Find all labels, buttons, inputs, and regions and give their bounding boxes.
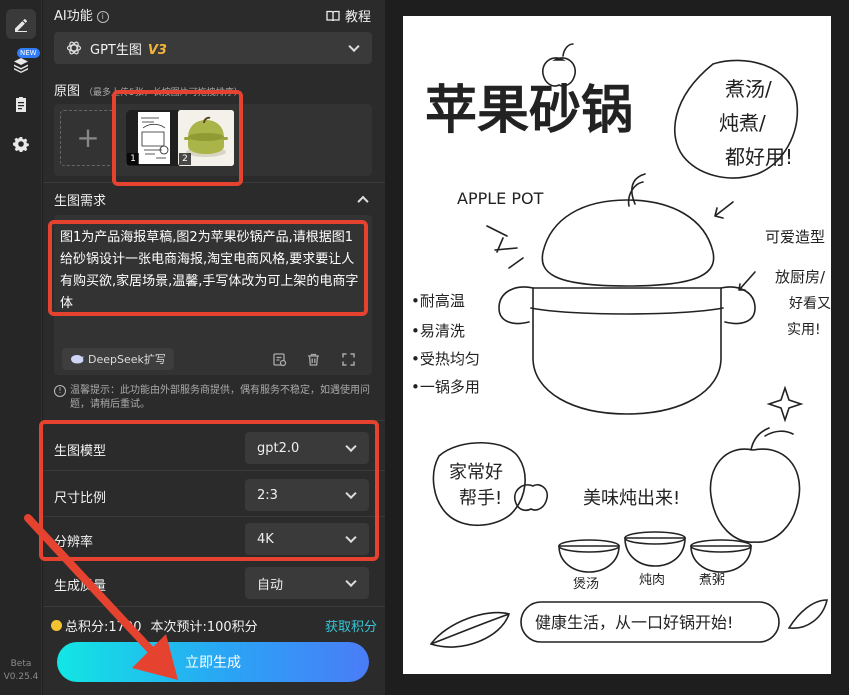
service-warning: ! 温馨提示：此功能由外部服务商提供，偶有服务不稳定，如遇使用问题，请稍后重试。 xyxy=(54,384,376,412)
whale-icon xyxy=(71,355,84,364)
warning-text: 温馨提示：此功能由外部服务商提供，偶有服务不稳定，如遇使用问题，请稍后重试。 xyxy=(70,385,370,410)
edit-tool-button[interactable] xyxy=(6,9,36,39)
ai-function-panel: AI功能 i 教程 GPT生图 V3 原图 （最多上传5张，长按图片可拖拽排序） + xyxy=(39,0,385,695)
bowl-label-2: 炖肉 xyxy=(639,573,665,588)
quality-label: 生成质量 xyxy=(54,579,107,594)
settings-tool-button[interactable] xyxy=(6,129,36,159)
bubble-line-2: 炖煮/ xyxy=(719,111,766,135)
feature-2: •易清洗 xyxy=(411,322,465,340)
version-number: V0.25.4 xyxy=(3,672,39,682)
clipboard-icon xyxy=(16,97,26,112)
info-icon: ! xyxy=(54,385,66,397)
cute-note-4: 实用! xyxy=(787,322,821,338)
tutorial-link[interactable]: 教程 xyxy=(326,6,371,25)
feature-3: •受热均匀 xyxy=(411,350,480,368)
poster-title: 苹果砂锅 xyxy=(425,81,633,141)
gear-icon xyxy=(13,137,29,152)
deepseek-label: DeepSeek扩写 xyxy=(88,353,166,366)
layers-icon xyxy=(14,58,28,73)
trash-icon[interactable] xyxy=(306,352,321,367)
poster-drawing: 苹果砂锅 APPLE POT 煮汤/ 炖煮/ 都好用! 可爱造型 放厨房/ 好看… xyxy=(411,43,831,648)
helper-line-2: 帮手! xyxy=(459,488,502,509)
pencil-icon xyxy=(15,18,28,32)
cute-note-3: 好看又 xyxy=(789,296,831,312)
tool-rail: NEW Beta V0.25.4 xyxy=(0,0,42,695)
openai-icon xyxy=(66,41,82,55)
generate-button[interactable]: 立即生成 xyxy=(57,642,369,682)
slogan-text: 健康生活，从一口好锅开始! xyxy=(535,613,733,632)
cute-note-1: 可爱造型 xyxy=(765,228,825,246)
gpt-model-select[interactable]: GPT生图 V3 xyxy=(54,32,372,64)
cute-note-2: 放厨房/ xyxy=(775,268,826,286)
bubble-line-3: 都好用! xyxy=(725,145,793,169)
gpt-model-label: GPT生图 V3 xyxy=(90,39,167,58)
gpt-version-badge: V3 xyxy=(147,42,167,58)
quality-value: 自动 xyxy=(257,577,284,593)
pot-body-outline xyxy=(532,287,722,415)
chevron-down-icon xyxy=(345,575,357,588)
prompt-section-title: 生图需求 xyxy=(54,194,107,209)
estimated-cost: 本次预计:100积分 xyxy=(150,620,258,635)
bowl-label-3: 煮粥 xyxy=(699,572,725,588)
coin-icon xyxy=(51,620,62,631)
helper-bubble xyxy=(432,441,526,526)
highlight-params xyxy=(39,420,379,561)
deepseek-expand-button[interactable]: DeepSeek扩写 xyxy=(62,348,174,370)
collapse-chevron-icon[interactable] xyxy=(357,195,369,208)
total-points: 总积分:1700 xyxy=(65,620,142,635)
panel-title: AI功能 xyxy=(54,9,93,24)
version-beta: Beta xyxy=(10,659,32,669)
clipboard-tool-button[interactable] xyxy=(6,89,36,119)
gpt-model-name: GPT生图 xyxy=(90,42,142,58)
tutorial-label: 教程 xyxy=(344,10,371,25)
highlight-prompt xyxy=(48,220,368,316)
chevron-down-icon xyxy=(348,40,360,53)
feature-4: •一锅多用 xyxy=(411,378,480,396)
bubble-line-1: 煮汤/ xyxy=(725,77,772,101)
new-badge: NEW xyxy=(17,48,40,58)
quality-select[interactable]: 自动 xyxy=(245,567,369,599)
history-icon[interactable] xyxy=(272,352,287,367)
get-points-link[interactable]: 获取积分 xyxy=(325,616,377,635)
canvas-area: 苹果砂锅 APPLE POT 煮汤/ 炖煮/ 都好用! 可爱造型 放厨房/ 好看… xyxy=(385,0,849,695)
plus-icon: + xyxy=(76,121,100,154)
poster-subtitle: APPLE POT xyxy=(457,189,544,208)
helper-line-1: 家常好 xyxy=(449,462,503,483)
info-icon[interactable]: i xyxy=(96,11,109,23)
expand-icon[interactable] xyxy=(341,352,356,367)
app-root: NEW Beta V0.25.4 AI功能 i 教程 GPT生图 V3 原图 （最多上… xyxy=(0,0,849,695)
apple-half-sketch xyxy=(709,448,801,543)
source-images-title: 原图 xyxy=(54,84,81,99)
book-icon xyxy=(326,10,340,21)
bowl-label-1: 煲汤 xyxy=(573,576,599,592)
feature-1: •耐高温 xyxy=(411,292,465,310)
pot-lid-outline xyxy=(541,199,715,287)
highlight-source-images xyxy=(112,90,243,186)
add-image-button[interactable]: + xyxy=(60,110,116,166)
tasty-line: 美味炖出来! xyxy=(583,488,680,509)
divider xyxy=(43,606,385,607)
poster-sketch: 苹果砂锅 APPLE POT 煮汤/ 炖煮/ 都好用! 可爱造型 放厨房/ 好看… xyxy=(403,16,831,674)
panel-header: AI功能 i xyxy=(54,5,109,24)
points-summary: 总积分:1700 本次预计:100积分 xyxy=(51,616,258,635)
